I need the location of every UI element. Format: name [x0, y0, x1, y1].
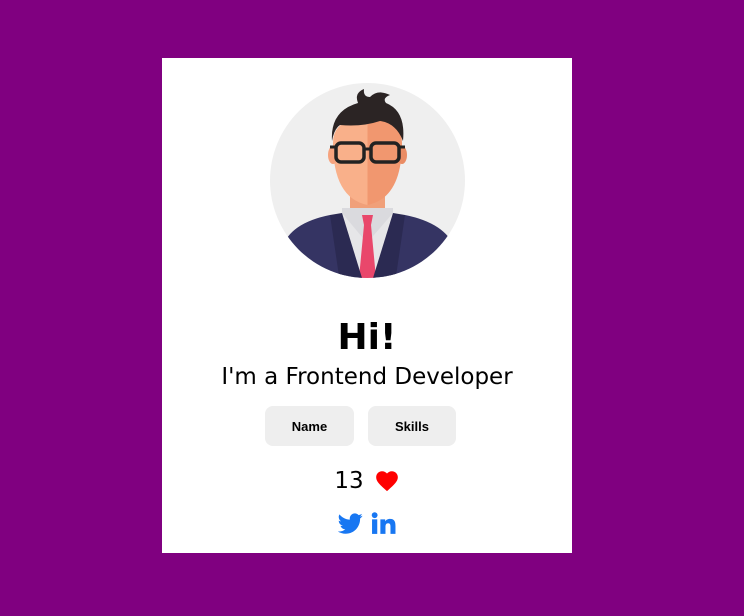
linkedin-icon[interactable] — [371, 511, 396, 536]
heart-icon[interactable] — [374, 468, 400, 494]
likes-count: 13 — [334, 468, 364, 494]
twitter-icon[interactable] — [338, 511, 363, 536]
social-links — [162, 511, 572, 536]
name-button[interactable]: Name — [265, 406, 354, 446]
skills-button[interactable]: Skills — [368, 406, 456, 446]
greeting-heading: Hi! — [337, 317, 397, 358]
profile-card: Hi! I'm a Frontend Developer Name Skills… — [162, 58, 572, 553]
role-subtitle: I'm a Frontend Developer — [221, 364, 513, 390]
avatar — [270, 83, 465, 278]
likes-counter: 13 — [162, 466, 572, 496]
